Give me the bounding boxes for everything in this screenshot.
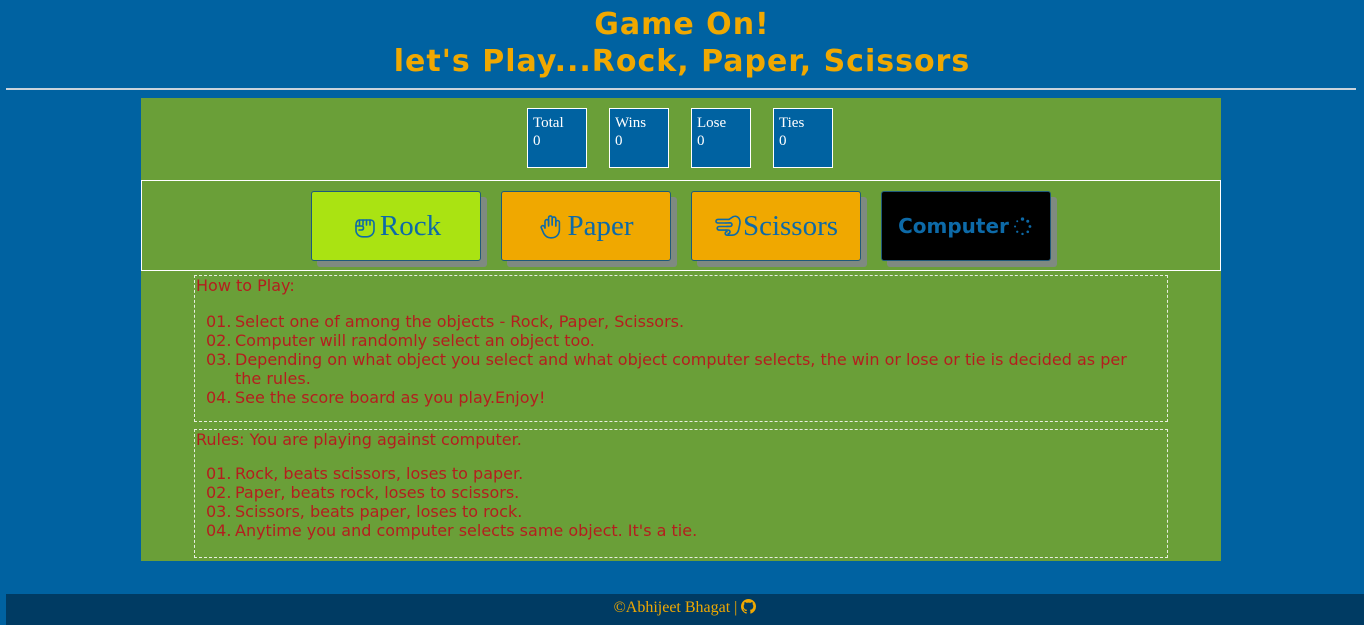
score-total-label: Total — [533, 115, 564, 131]
score-wins-value: 0 — [615, 133, 623, 149]
score-wins: Wins 0 — [609, 108, 669, 168]
score-wins-label: Wins — [615, 115, 647, 131]
github-icon[interactable] — [741, 599, 757, 614]
how-to-play-list: 01. Select one of among the objects - Roc… — [195, 312, 1150, 407]
rules-panel: Rules: You are playing against computer.… — [194, 429, 1168, 558]
list-item: 04. Anytime you and computer selects same… — [206, 521, 698, 540]
computer-choice-button: Computer — [881, 191, 1051, 261]
choices-row: Rock Paper Scissors Computer — [141, 180, 1221, 271]
rock-label: Rock — [379, 209, 442, 242]
scissors-hand-icon — [715, 215, 741, 236]
how-to-play-heading: How to Play: — [196, 276, 295, 295]
score-ties: Ties 0 — [773, 108, 833, 168]
list-item: 02. Computer will randomly select an obje… — [206, 331, 595, 350]
footer: ©Abhijeet Bhagat | — [6, 594, 1364, 625]
page-subtitle: let's Play...Rock, Paper, Scissors — [393, 44, 971, 79]
game-area: Total 0 Wins 0 Lose 0 Ties 0 Rock Paper … — [141, 98, 1221, 561]
list-item: 03. Depending on what object you select a… — [206, 350, 1127, 388]
score-ties-value: 0 — [779, 133, 787, 149]
score-ties-label: Ties — [779, 115, 805, 131]
page-title: Game On! — [594, 7, 770, 42]
score-total: Total 0 — [527, 108, 587, 168]
list-item: 04. See the score board as you play.Enjoy… — [206, 388, 546, 407]
how-to-play-panel: How to Play: 01. Select one of among the … — [194, 275, 1168, 422]
paper-button[interactable]: Paper — [501, 191, 671, 261]
score-total-value: 0 — [533, 133, 541, 149]
rules-heading: Rules: You are playing against computer. — [196, 430, 522, 449]
scissors-label: Scissors — [742, 209, 839, 242]
scissors-button[interactable]: Scissors — [691, 191, 861, 261]
score-lose-label: Lose — [697, 115, 727, 131]
open-hand-icon — [540, 215, 561, 239]
list-item: 01. Rock, beats scissors, loses to paper. — [206, 464, 524, 483]
header-divider — [6, 88, 1356, 90]
fist-icon — [355, 219, 375, 238]
score-lose-value: 0 — [697, 133, 705, 149]
footer-credit: ©Abhijeet Bhagat | — [613, 599, 738, 616]
list-item: 03. Scissors, beats paper, loses to rock. — [206, 502, 523, 521]
rules-list: 01. Rock, beats scissors, loses to paper.… — [195, 464, 1150, 540]
rock-button[interactable]: Rock — [311, 191, 481, 261]
paper-label: Paper — [567, 209, 634, 242]
score-lose: Lose 0 — [691, 108, 751, 168]
list-item: 02. Paper, beats rock, loses to scissors. — [206, 483, 520, 502]
list-item: 01. Select one of among the objects - Roc… — [206, 312, 685, 331]
computer-label: Computer — [898, 214, 1009, 238]
spinner-icon — [1013, 216, 1032, 235]
